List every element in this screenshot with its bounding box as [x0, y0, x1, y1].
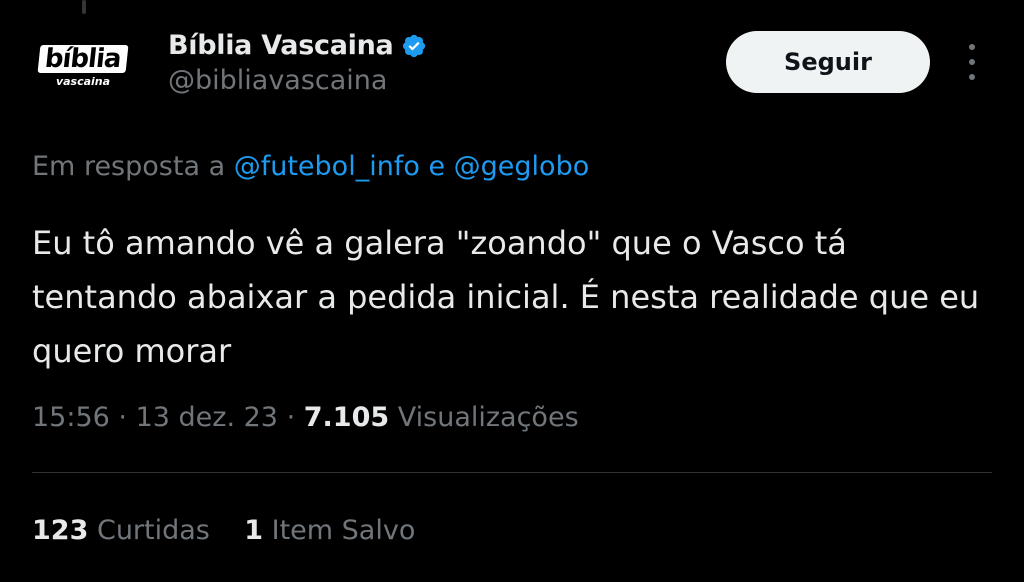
views-count: 7.105: [303, 402, 390, 433]
tweet-text: Eu tô amando vê a galera "zoando" que o …: [32, 224, 980, 370]
bookmarks-label: Item Salvo: [271, 515, 416, 546]
tweet-time[interactable]: 15:56: [32, 402, 110, 433]
avatar-logo-main: bíblia: [37, 44, 129, 74]
engagement-stats: 123 Curtidas 1 Item Salvo: [32, 515, 415, 546]
reply-joiner: e: [428, 151, 446, 182]
bookmarks-stat[interactable]: 1 Item Salvo: [244, 515, 415, 546]
tweet-date[interactable]: 13 dez. 23: [136, 402, 278, 433]
likes-label: Curtidas: [96, 515, 210, 546]
mention-link-geglobo[interactable]: @geglobo: [454, 151, 590, 182]
likes-count: 123: [32, 515, 89, 546]
display-name[interactable]: Bíblia Vascaina: [168, 30, 394, 61]
avatar[interactable]: bíblia vascaina: [28, 30, 138, 102]
user-handle[interactable]: @bibliavascaina: [168, 65, 427, 96]
author-info: Bíblia Vascaina @bibliavascaina: [168, 30, 427, 96]
follow-button[interactable]: Seguir: [726, 31, 930, 93]
bookmarks-count: 1: [244, 515, 264, 546]
mention-link-futebol-info[interactable]: @futebol_info: [234, 151, 420, 182]
reply-prefix: Em resposta a: [32, 151, 226, 182]
likes-stat[interactable]: 123 Curtidas: [32, 515, 218, 546]
meta-separator: ·: [118, 402, 127, 433]
reply-context: Em resposta a @futebol_info e @geglobo: [32, 151, 589, 182]
avatar-logo-sub: vascaina: [55, 74, 111, 88]
tweet-meta: 15:56 · 13 dez. 23 · 7.105 Visualizações: [32, 402, 579, 433]
divider: [32, 472, 992, 473]
views-label: Visualizações: [397, 402, 579, 433]
thread-connector-line: [82, 0, 86, 14]
verified-badge-icon: [403, 34, 426, 57]
more-options-icon[interactable]: [962, 44, 982, 80]
meta-separator: ·: [286, 402, 296, 433]
